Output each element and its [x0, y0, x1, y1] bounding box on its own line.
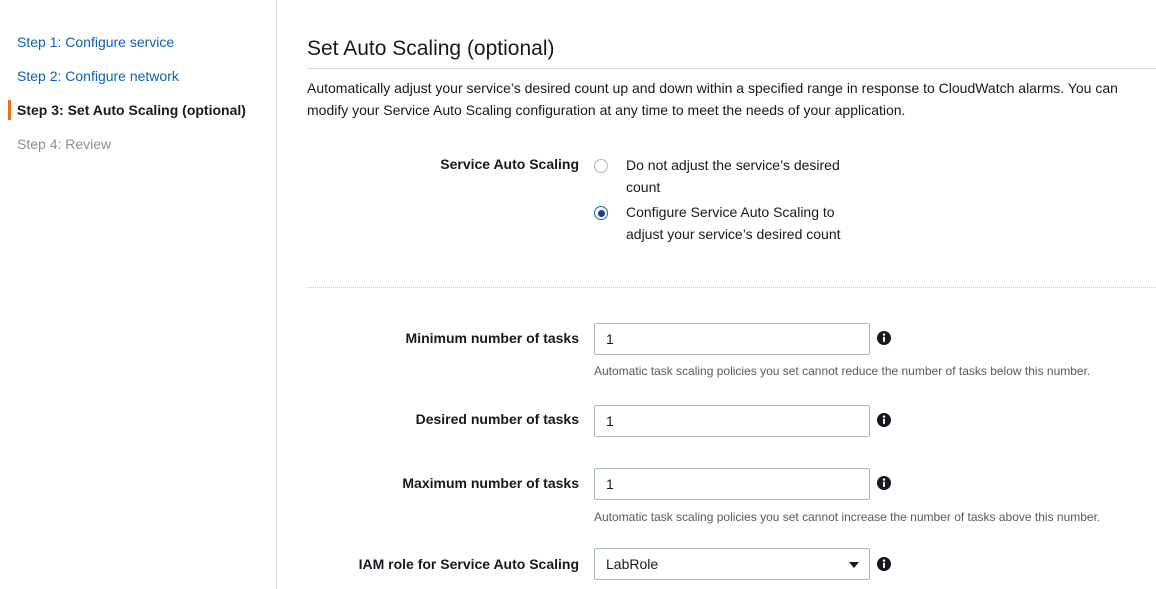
- minimum-tasks-label: Minimum number of tasks: [405, 330, 579, 346]
- service-auto-scaling-label: Service Auto Scaling: [440, 156, 579, 172]
- desired-tasks-label: Desired number of tasks: [415, 411, 579, 427]
- radio-option-do-not-adjust[interactable]: Do not adjust the service’s desired coun…: [594, 157, 856, 198]
- maximum-tasks-help-text: Automatic task scaling policies you set …: [594, 510, 1101, 524]
- step-1-configure-service-link[interactable]: Step 1: Configure service: [17, 33, 174, 51]
- radio-do-not-adjust[interactable]: [594, 159, 608, 173]
- step-3-set-auto-scaling-current: Step 3: Set Auto Scaling (optional): [17, 102, 246, 118]
- iam-role-selected-value: LabRole: [606, 556, 659, 572]
- desired-tasks-info-icon[interactable]: [877, 413, 891, 427]
- radio-configure-auto-scaling[interactable]: [594, 206, 608, 220]
- iam-role-info-icon[interactable]: [877, 557, 891, 571]
- radio-option-configure-auto-scaling[interactable]: Configure Service Auto Scaling to adjust…: [594, 204, 856, 245]
- minimum-tasks-help-text: Automatic task scaling policies you set …: [594, 364, 1091, 378]
- step-4-review-disabled: Step 4: Review: [17, 136, 112, 152]
- page-description: Automatically adjust your service’s desi…: [307, 80, 1118, 118]
- desired-tasks-input[interactable]: 1: [594, 405, 870, 437]
- minimum-tasks-input[interactable]: 1: [594, 323, 870, 355]
- radio-configure-auto-scaling-label[interactable]: Configure Service Auto Scaling to adjust…: [626, 202, 856, 245]
- radio-do-not-adjust-label[interactable]: Do not adjust the service’s desired coun…: [626, 155, 856, 198]
- wizard-steps-sidebar: Step 1: Configure service Step 2: Config…: [0, 0, 277, 589]
- caret-down-icon: [849, 562, 859, 568]
- auto-scaling-form: Set Auto Scaling (optional) Automaticall…: [307, 0, 1156, 589]
- iam-role-select[interactable]: LabRole: [594, 548, 870, 580]
- maximum-tasks-input[interactable]: 1: [594, 468, 870, 500]
- iam-role-label: IAM role for Service Auto Scaling: [358, 556, 579, 572]
- active-step-indicator: [8, 100, 11, 120]
- step-2-configure-network-link[interactable]: Step 2: Configure network: [17, 67, 179, 85]
- section-divider: [307, 287, 1156, 288]
- maximum-tasks-label: Maximum number of tasks: [402, 475, 579, 491]
- minimum-tasks-info-icon[interactable]: [877, 331, 891, 345]
- page-title: Set Auto Scaling (optional): [307, 37, 555, 60]
- title-divider: [307, 68, 1156, 69]
- maximum-tasks-info-icon[interactable]: [877, 476, 891, 490]
